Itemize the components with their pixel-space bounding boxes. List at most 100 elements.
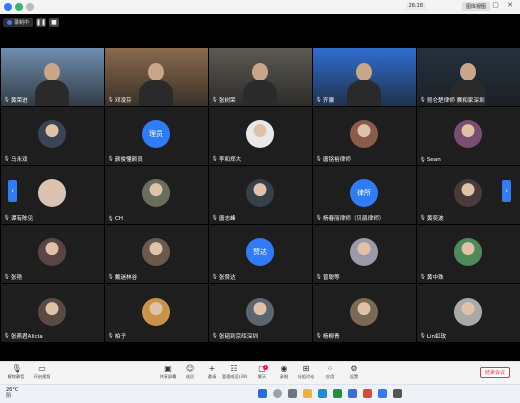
mic-muted-icon: 🎙 [211, 215, 218, 222]
avatar [454, 238, 482, 267]
participant-tile[interactable]: 🎙 马永双 [0, 106, 104, 165]
app-icon-red[interactable] [363, 389, 372, 398]
participant-tile[interactable]: 🎙 杨柳青 [312, 284, 416, 343]
mic-muted-icon: 🎙 [107, 333, 114, 340]
info-icon[interactable] [26, 3, 34, 11]
participant-tile[interactable]: 律所 🎙 杨春丽律师（贝鹃律师） [312, 165, 416, 225]
participant-tile[interactable]: 🎙 Lin虹玫 [416, 284, 520, 343]
settings-button[interactable]: ⚙ 设置 [342, 364, 366, 380]
participant-name: 杨春丽律师（贝鹃律师） [322, 216, 385, 223]
participant-name-label: 🎙 柏子 [108, 332, 127, 340]
person-body-icon [139, 80, 173, 106]
avatar [142, 297, 170, 326]
pause-recording-button[interactable]: ❚❚ [36, 17, 46, 27]
members-button[interactable]: ☺ 成员 [178, 364, 202, 380]
stop-recording-button[interactable]: ■ [49, 17, 60, 27]
participant-tile[interactable]: 🎙 唐铭裕律师 [312, 106, 416, 165]
person-silhouette-icon [356, 62, 372, 81]
next-page-button[interactable]: › [502, 180, 511, 202]
file-explorer-icon[interactable] [303, 389, 312, 398]
camera-button[interactable]: ▭ 开启视频 [30, 364, 54, 380]
mic-muted-icon: 🎙 [419, 333, 426, 340]
participant-name: 齐骥 [322, 97, 335, 104]
apps-button[interactable]: ⁘ 应用 [318, 364, 342, 380]
mic-muted-icon: 🎙 [211, 333, 218, 340]
app-icon-dark[interactable] [393, 389, 402, 398]
participant-name: 张树荣 [218, 97, 236, 104]
edge-browser-icon[interactable] [318, 389, 327, 398]
person-body-icon [347, 80, 381, 106]
window-controls[interactable]: — ▢ ✕ [477, 1, 516, 9]
mail-icon[interactable] [348, 389, 357, 398]
participant-name-label: 🎙 李和郑大 [212, 155, 242, 163]
participant-tile[interactable]: 🎙 昆仑楚律师 赛和家深圳 [416, 47, 520, 106]
avatar [38, 238, 66, 267]
end-meeting-button[interactable]: 结束会议 [479, 367, 510, 378]
search-icon[interactable] [273, 389, 282, 398]
participant-tile[interactable]: 🎙 柏子 [104, 284, 208, 343]
participant-tile[interactable]: 🎙 李和郑大 [208, 106, 312, 165]
share-screen-button[interactable]: ▣ 共享屏幕 [156, 364, 180, 380]
weather-widget[interactable]: 26°C 阴 [6, 387, 18, 399]
participant-grid: 🎙 黄荣进 🎙 邓凌芬 🎙 张树荣 🎙 齐骥 🎙 昆仑楚律师 赛和家深圳 🎙 马永双 理员 🎙 颜俊懂颜员 🎙… [0, 47, 520, 343]
task-view-icon[interactable] [288, 389, 297, 398]
participant-name: 邓凌芬 [114, 97, 132, 104]
participant-tile[interactable]: 🎙 张韬到京晖深圳 [208, 284, 312, 343]
toolbar-label: 邀请 [207, 374, 217, 379]
manage-members-icon: ☷ [230, 364, 238, 373]
invite-icon: + [208, 364, 216, 373]
participant-tile[interactable]: 🎙 张艳 [0, 225, 104, 284]
manage-members-button[interactable]: ☷ 管理成员(39) [222, 364, 247, 380]
start-menu-icon[interactable] [258, 389, 267, 398]
participant-name-label: 🎙 张燕君Alicia [4, 332, 43, 340]
participant-name: 张赞达 [218, 275, 236, 282]
breakout-button[interactable]: ⊞ 分组讨论 [294, 364, 318, 380]
toolbar-label: 分组讨论 [297, 374, 315, 379]
participant-tile[interactable]: 🎙 Sean [416, 106, 520, 165]
participant-name-label: 🎙 昆仑楚律师 赛和家深圳 [420, 96, 485, 104]
chat-button[interactable]: ▢ 聊天 1 [250, 364, 274, 380]
invite-button[interactable]: + 邀请 [200, 364, 224, 380]
mic-button[interactable]: 🎙 解除静音 [4, 364, 28, 380]
participant-tile[interactable]: 🎙 曾聪等 [312, 225, 416, 284]
record-button[interactable]: ◉ 录制 [272, 364, 296, 380]
avatar [38, 179, 66, 208]
meeting-window: 26:18 图库视图 — ▢ ✕ 录制中 ❚❚ ■ 🎙 黄荣进 🎙 邓凌芬 🎙 张树荣 🎙 齐… [0, 0, 520, 403]
participant-name-label: 🎙 戴迷林谷 [108, 273, 138, 281]
app-icon-green[interactable] [333, 389, 342, 398]
avatar [142, 238, 170, 267]
participant-name: 李和郑大 [218, 156, 242, 163]
toolbar-label: 成员 [185, 374, 195, 379]
avatar [38, 297, 66, 326]
person-silhouette-icon [460, 62, 476, 81]
participant-tile[interactable]: 🎙 齐骥 [312, 47, 416, 106]
record-icon: ◉ [280, 364, 288, 373]
avatar [350, 120, 378, 149]
mic-muted-icon: 🎙 [107, 96, 114, 103]
participant-tile[interactable]: 🎙 黄荣进 [0, 47, 104, 106]
person-body-icon [35, 80, 69, 106]
mic-muted-icon: 🎙 [315, 96, 322, 103]
participant-tile[interactable]: 🎙 戴迷林谷 [104, 225, 208, 284]
mic-muted-icon: 🎙 [3, 96, 10, 103]
participant-tile[interactable]: 🎙 CH [104, 165, 208, 225]
participant-name: 张燕君Alicia [10, 334, 43, 341]
avatar [142, 179, 170, 208]
participant-tile[interactable]: 🎙 唐志峰 [208, 165, 312, 225]
meeting-timer: 26:18 [405, 2, 426, 10]
participant-tile[interactable]: 🎙 黄中珠 [416, 225, 520, 284]
video-area: 录制中 ❚❚ ■ 🎙 黄荣进 🎙 邓凌芬 🎙 张树荣 🎙 齐骥 🎙 昆仑楚律师 赛和家深圳 🎙 马永双… [0, 14, 520, 361]
tencent-meeting-icon[interactable] [378, 389, 387, 398]
toolbar-label: 录制 [279, 374, 289, 379]
participant-tile[interactable]: 理员 🎙 颜俊懂颜员 [104, 106, 208, 165]
mic-icon: 🎙 [11, 364, 22, 373]
prev-page-button[interactable]: ‹ [8, 180, 17, 202]
participant-name-label: 🎙 马永双 [4, 155, 28, 163]
participant-name: 唐志峰 [218, 216, 236, 223]
participant-name-label: 🎙 张树荣 [212, 96, 236, 104]
participant-tile[interactable]: 🎙 张燕君Alicia [0, 284, 104, 343]
participant-name-label: 🎙 黄荣进 [4, 96, 28, 104]
participant-tile[interactable]: 🎙 张树荣 [208, 47, 312, 106]
participant-tile[interactable]: 🎙 邓凌芬 [104, 47, 208, 106]
participant-tile[interactable]: 赞达 🎙 张赞达 [208, 225, 312, 284]
